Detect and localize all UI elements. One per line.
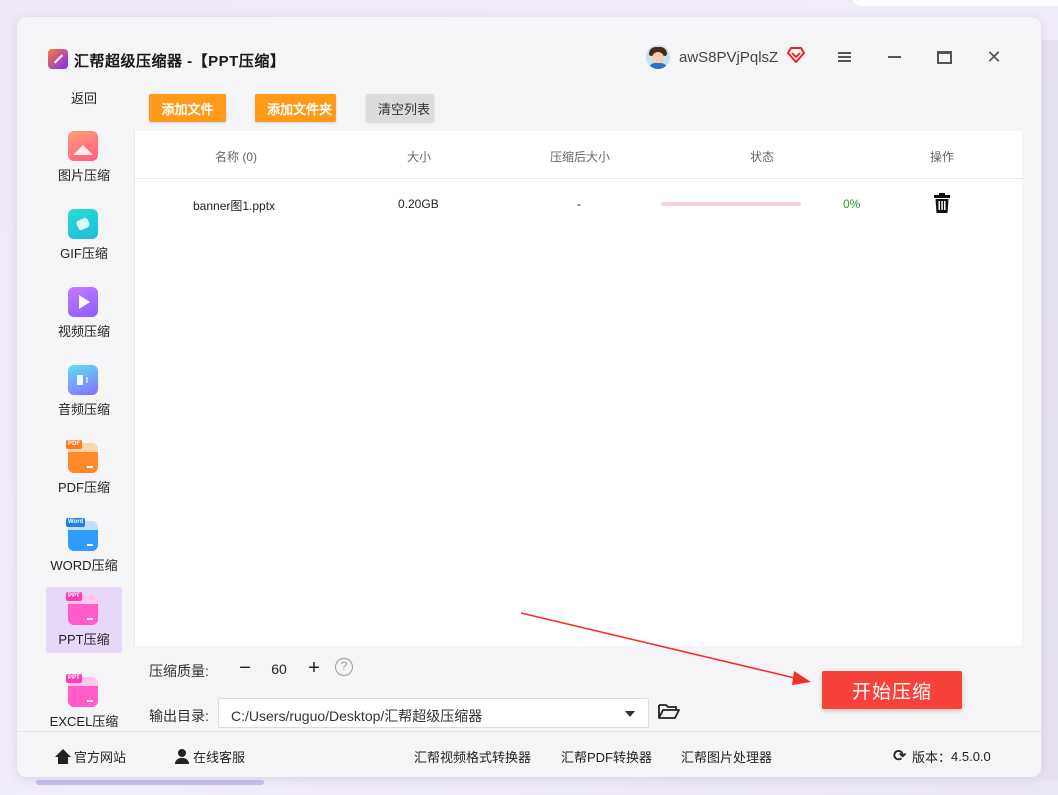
file-name: banner图1.pptx <box>193 199 276 213</box>
audio-compress-icon <box>68 365 98 395</box>
maximize-icon[interactable] <box>934 47 954 67</box>
sidebar: 返回 图片压缩 GIF压缩 视频压缩 音频压缩 PDF PDF压缩 Word W… <box>17 81 133 731</box>
open-folder-icon[interactable] <box>658 702 680 720</box>
table-header: 名称 (0) 大小 压缩后大小 状态 操作 <box>135 131 1023 179</box>
sidebar-item-label: PPT压缩 <box>58 632 110 647</box>
file-table: 名称 (0) 大小 压缩后大小 状态 操作 banner图1.pptx 0.20… <box>134 131 1023 646</box>
header-action: 操作 <box>930 150 955 164</box>
quality-label: 压缩质量: <box>149 663 209 679</box>
table-row[interactable]: banner图1.pptx 0.20GB - 0% <box>135 179 1023 229</box>
output-dir-label: 输出目录: <box>149 708 209 724</box>
background-edge <box>1042 40 1058 780</box>
online-support-label: 在线客服 <box>193 750 246 765</box>
refresh-icon: ⟳ <box>893 747 907 765</box>
header-name: 名称 (0) <box>215 150 258 164</box>
quality-decrease-button[interactable]: − <box>235 657 255 679</box>
annotation-arrow <box>520 612 811 685</box>
app-window: 汇帮超级压缩器 -【PPT压缩】 awS8PVjPqlsZ ✕ 返回 图片压缩 … <box>17 17 1041 777</box>
minimize-icon[interactable] <box>884 47 904 67</box>
sidebar-item-pdf[interactable]: PDF PDF压缩 <box>46 439 122 505</box>
close-icon[interactable]: ✕ <box>984 47 1004 67</box>
official-website-link[interactable]: 官方网站 <box>55 747 126 766</box>
video-compress-icon <box>68 287 98 317</box>
sidebar-item-label: GIF压缩 <box>60 246 108 261</box>
sidebar-item-label: 音频压缩 <box>57 402 110 417</box>
sidebar-item-excel[interactable]: PPT EXCEL压缩 <box>46 673 122 739</box>
support-agent-icon <box>174 748 190 765</box>
sidebar-item-label: 图片压缩 <box>57 168 110 183</box>
sidebar-item-image[interactable]: 图片压缩 <box>46 127 122 193</box>
quality-increase-button[interactable]: + <box>304 657 324 679</box>
sidebar-item-label: 视频压缩 <box>57 324 110 339</box>
version-number: 4.5.0.0 <box>951 749 991 764</box>
home-icon <box>55 748 71 765</box>
app-logo-icon <box>48 49 68 69</box>
sidebar-item-gif[interactable]: GIF压缩 <box>46 205 122 271</box>
official-website-label: 官方网站 <box>74 750 127 765</box>
pdf-compress-icon: PDF <box>66 440 98 473</box>
quality-value[interactable]: 60 <box>267 661 291 677</box>
video-converter-link[interactable]: 汇帮视频格式转换器 <box>414 747 531 766</box>
ppt-tag: PPT <box>66 592 82 601</box>
sidebar-item-label: EXCEL压缩 <box>49 714 119 729</box>
start-compress-button[interactable]: 开始压缩 <box>822 671 962 709</box>
word-compress-icon: Word <box>66 518 98 551</box>
file-size: 0.20GB <box>398 197 439 211</box>
footer-bar: 官方网站 在线客服 汇帮视频格式转换器 汇帮PDF转换器 汇帮图片处理器 ⟳ 版… <box>17 731 1041 777</box>
back-link[interactable]: 返回 <box>17 88 151 107</box>
hamburger-menu-icon[interactable] <box>834 47 854 67</box>
trash-icon[interactable] <box>934 193 950 213</box>
header-size: 大小 <box>407 150 432 164</box>
sidebar-item-label: PDF压缩 <box>57 480 110 495</box>
pdf-tag: PDF <box>66 440 82 449</box>
vip-diamond-icon[interactable] <box>787 47 805 63</box>
progress-bar <box>661 202 801 206</box>
sidebar-item-ppt[interactable]: PPT PPT压缩 <box>46 587 122 653</box>
gif-compress-icon <box>68 209 98 239</box>
online-support-link[interactable]: 在线客服 <box>174 747 245 766</box>
sidebar-item-audio[interactable]: 音频压缩 <box>46 361 122 427</box>
image-processor-link[interactable]: 汇帮图片处理器 <box>681 747 772 766</box>
header-compressed-size: 压缩后大小 <box>550 150 611 164</box>
excel-compress-icon: PPT <box>66 674 98 707</box>
word-tag: Word <box>66 518 86 527</box>
progress-percent: 0% <box>843 197 861 211</box>
version-label: 版本： <box>912 750 952 765</box>
add-folder-button[interactable]: 添加文件夹 <box>255 94 336 122</box>
sidebar-item-label: WORD压缩 <box>50 558 118 573</box>
background-bar <box>36 780 264 785</box>
sidebar-item-video[interactable]: 视频压缩 <box>46 283 122 349</box>
chevron-down-icon <box>625 711 635 717</box>
title-bar: 汇帮超级压缩器 -【PPT压缩】 awS8PVjPqlsZ ✕ <box>17 17 1041 81</box>
output-dir-value: C:/Users/ruguo/Desktop/汇帮超级压缩器 <box>231 708 483 724</box>
header-status: 状态 <box>750 150 775 164</box>
background-card <box>852 0 1058 6</box>
add-file-button[interactable]: 添加文件 <box>149 94 226 122</box>
image-compress-icon <box>68 131 98 161</box>
excel-tag: PPT <box>66 674 82 683</box>
pdf-converter-link[interactable]: 汇帮PDF转换器 <box>561 747 652 766</box>
user-avatar[interactable] <box>646 45 670 69</box>
compressed-size: - <box>577 197 581 211</box>
app-title: 汇帮超级压缩器 -【PPT压缩】 <box>74 53 286 70</box>
username[interactable]: awS8PVjPqlsZ <box>679 49 778 66</box>
version-info[interactable]: ⟳ 版本： 4.5.0.0 <box>893 747 991 766</box>
clear-list-button[interactable]: 清空列表 <box>366 94 434 122</box>
output-dir-select[interactable]: C:/Users/ruguo/Desktop/汇帮超级压缩器 <box>218 698 649 728</box>
sidebar-item-word[interactable]: Word WORD压缩 <box>46 517 122 583</box>
ppt-compress-icon: PPT <box>66 592 98 625</box>
help-icon[interactable]: ? <box>335 658 353 676</box>
